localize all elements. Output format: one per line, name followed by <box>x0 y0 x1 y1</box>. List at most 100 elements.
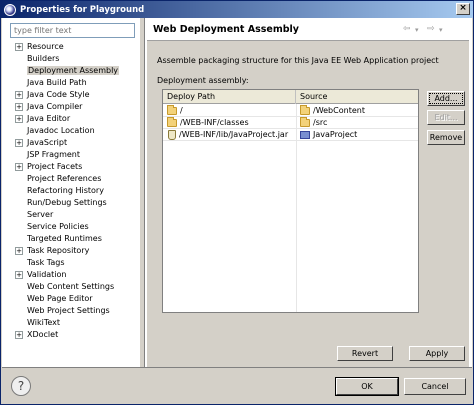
filter-input[interactable] <box>10 23 135 38</box>
expand-icon[interactable]: + <box>15 103 23 111</box>
tree-item-label: Java Compiler <box>27 102 83 111</box>
deploy-path-text: /WEB-INF/classes <box>180 118 249 127</box>
tree-item[interactable]: + Project Facets <box>10 161 138 173</box>
tree-item[interactable]: Task Tags <box>10 257 138 269</box>
tree-item[interactable]: + Java Editor <box>10 113 138 125</box>
folder-icon <box>300 105 310 115</box>
cancel-button[interactable]: Cancel <box>404 378 466 395</box>
tree-item-label: Web Project Settings <box>27 306 110 315</box>
tree-item-label: Java Code Style <box>27 90 90 99</box>
edit-button[interactable]: Edit... <box>427 110 465 125</box>
expand-icon[interactable]: + <box>15 271 23 279</box>
source-cell: /WebContent <box>300 105 418 117</box>
expand-icon[interactable]: + <box>15 331 23 339</box>
jar-icon <box>168 130 176 140</box>
deploy-path-cell: / <box>167 105 295 117</box>
tree-item-label: Run/Debug Settings <box>27 198 107 207</box>
tree-item[interactable]: + XDoclet <box>10 329 138 341</box>
expand-icon[interactable]: + <box>15 247 23 255</box>
source-cell: JavaProject <box>300 129 418 141</box>
close-button[interactable]: × <box>456 3 470 15</box>
tree-item-label: JavaScript <box>27 138 68 147</box>
tree-item-label: Project References <box>27 174 102 183</box>
page-description: Assemble packaging structure for this Ja… <box>157 56 439 65</box>
tree-item[interactable]: + Task Repository <box>10 245 138 257</box>
tree-item-label: Javadoc Location <box>27 126 95 135</box>
tree-item[interactable]: Deployment Assembly <box>10 65 138 77</box>
deploy-path-cell: /WEB-INF/classes <box>167 117 295 129</box>
tree-item-label: Builders <box>27 54 60 63</box>
tree-item[interactable]: Targeted Runtimes <box>10 233 138 245</box>
tree-item-label: JSP Fragment <box>27 150 81 159</box>
column-deploy-path[interactable]: Deploy Path <box>163 90 296 104</box>
back-icon[interactable]: ⇦ <box>403 24 411 34</box>
deploy-path-text: / <box>180 106 183 115</box>
remove-button[interactable]: Remove <box>427 130 465 145</box>
tree-item[interactable]: Web Project Settings <box>10 305 138 317</box>
expand-icon[interactable]: + <box>15 91 23 99</box>
tree-item[interactable]: + Java Compiler <box>10 101 138 113</box>
help-icon[interactable]: ? <box>11 376 31 396</box>
page-header: Web Deployment Assembly ⇦ ▾ ⇨ ▾ <box>147 18 469 41</box>
project-icon <box>300 131 310 139</box>
dialog-body: + Resource Builders Deployment Assembly Java… <box>2 18 472 404</box>
expand-icon[interactable]: + <box>15 43 23 51</box>
column-source[interactable]: Source <box>296 90 418 104</box>
properties-dialog: Properties for Playground × + Resource Bui… <box>0 0 474 405</box>
tree-item-label: WikiText <box>27 318 60 327</box>
tree-item[interactable]: + Java Code Style <box>10 89 138 101</box>
sash[interactable] <box>139 18 145 367</box>
table-header: Deploy Path Source <box>163 90 418 104</box>
revert-button[interactable]: Revert <box>337 346 393 361</box>
forward-menu-icon[interactable]: ▾ <box>439 26 443 34</box>
back-menu-icon[interactable]: ▾ <box>415 26 419 34</box>
tree-item[interactable]: Builders <box>10 53 138 65</box>
tree-item[interactable]: Web Content Settings <box>10 281 138 293</box>
tree-item[interactable]: Web Page Editor <box>10 293 138 305</box>
source-text: /src <box>313 118 328 127</box>
eclipse-icon <box>4 3 16 16</box>
tree-item[interactable]: + JavaScript <box>10 137 138 149</box>
table-row[interactable]: /WEB-INF/lib/JavaProject.jar JavaProject <box>163 129 418 141</box>
table-row[interactable]: /WEB-INF/classes/src <box>163 117 418 129</box>
tree-item[interactable]: Run/Debug Settings <box>10 197 138 209</box>
tree-item[interactable]: + Resource <box>10 41 138 53</box>
tree-item[interactable]: WikiText <box>10 317 138 329</box>
title-bar[interactable]: Properties for Playground × <box>1 1 473 18</box>
ok-button[interactable]: OK <box>335 377 399 396</box>
tree-item[interactable]: Javadoc Location <box>10 125 138 137</box>
tree-item[interactable]: JSP Fragment <box>10 149 138 161</box>
tree-item[interactable]: Service Policies <box>10 221 138 233</box>
tree-item-label: Project Facets <box>27 162 83 171</box>
tree-item[interactable]: + Validation <box>10 269 138 281</box>
tree-item-label: Server <box>27 210 54 219</box>
properties-tree: + Resource Builders Deployment Assembly Java… <box>10 41 138 367</box>
forward-icon[interactable]: ⇨ <box>427 24 435 34</box>
folder-icon <box>167 117 177 127</box>
tree-item-label: Java Editor <box>27 114 71 123</box>
tree-item-label: Web Page Editor <box>27 294 93 303</box>
tree-item[interactable]: Java Build Path <box>10 77 138 89</box>
source-cell: /src <box>300 117 418 129</box>
dialog-footer: ? OK Cancel <box>2 367 472 404</box>
tree-item[interactable]: Refactoring History <box>10 185 138 197</box>
page-title: Web Deployment Assembly <box>153 24 300 35</box>
window-title: Properties for Playground <box>20 4 145 15</box>
add-button[interactable]: Add... <box>427 91 465 106</box>
source-text: /WebContent <box>313 106 365 115</box>
table-row[interactable]: / /WebContent <box>163 105 418 117</box>
tree-item-label: Validation <box>27 270 67 279</box>
deploy-path-cell: /WEB-INF/lib/JavaProject.jar <box>167 129 295 141</box>
apply-button[interactable]: Apply <box>409 346 465 361</box>
tree-item[interactable]: Server <box>10 209 138 221</box>
expand-icon[interactable]: + <box>15 163 23 171</box>
tree-item-label: Service Policies <box>27 222 89 231</box>
tree-item-label: Deployment Assembly <box>27 66 120 75</box>
tree-item-label: Task Tags <box>27 258 65 267</box>
deployment-table[interactable]: Deploy Path Source / /WebContent/WEB-INF/… <box>162 89 419 313</box>
expand-icon[interactable]: + <box>15 139 23 147</box>
tree-item-label: Web Content Settings <box>27 282 115 291</box>
tree-item-label: Task Repository <box>27 246 90 255</box>
tree-item[interactable]: Project References <box>10 173 138 185</box>
expand-icon[interactable]: + <box>15 115 23 123</box>
